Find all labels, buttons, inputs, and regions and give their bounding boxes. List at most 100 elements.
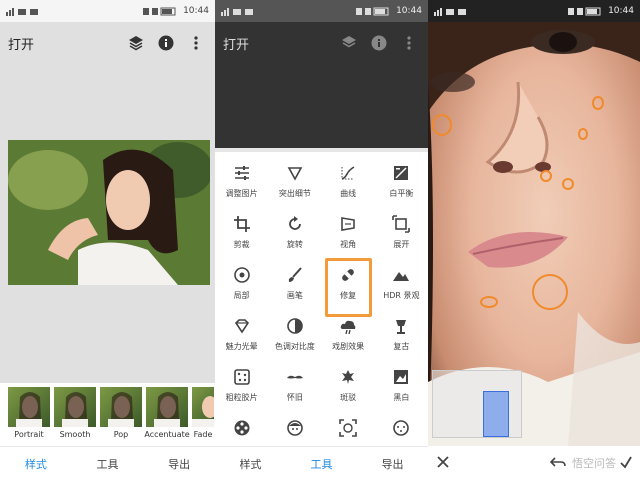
- blemish-marker[interactable]: [432, 114, 452, 136]
- tool-tonal-contrast[interactable]: 色调对比度: [268, 311, 321, 362]
- tonal-contrast-icon: [287, 318, 303, 334]
- style-thumbnails: Portrait Smooth Pop Accentuate Fade: [0, 383, 215, 446]
- hdr-icon: [393, 272, 410, 281]
- tool-selective[interactable]: 局部: [215, 260, 268, 311]
- style-thumbnail[interactable]: Fade: [192, 387, 214, 446]
- open-button[interactable]: 打开: [223, 34, 330, 53]
- close-icon[interactable]: [436, 455, 450, 472]
- tool-label: 旋转: [286, 240, 303, 249]
- face-icon: [287, 420, 303, 436]
- style-thumbnail[interactable]: Pop: [100, 387, 142, 446]
- tools-grid: 调整图片 突出细节 曲线 白平衡 剪裁 旋转 视角 展开 局部 画笔 修复 HD…: [215, 152, 428, 446]
- watermark-text: 悟空问答: [572, 457, 616, 470]
- healing-icon: [342, 269, 354, 281]
- frames-icon: [393, 420, 410, 436]
- tool-label: 曲线: [340, 189, 357, 198]
- signal-icons: [6, 7, 38, 16]
- tool-grainy-film[interactable]: 粗粒胶片: [215, 362, 268, 413]
- status-signal: [6, 7, 46, 16]
- style-thumbnail[interactable]: Portrait: [8, 387, 50, 446]
- tool-label: 画笔: [286, 291, 303, 300]
- tool-label: 复古: [393, 342, 410, 351]
- battery-icons: [143, 7, 176, 15]
- tool-healing[interactable]: 修复: [322, 258, 375, 317]
- tab-tools[interactable]: 工具: [286, 456, 357, 472]
- perspective-icon: [341, 217, 355, 231]
- tab-export[interactable]: 导出: [357, 456, 428, 472]
- tab-tools[interactable]: 工具: [72, 456, 144, 472]
- battery-icons: [568, 7, 601, 15]
- battery-icons: [356, 7, 389, 15]
- tool-retrolux[interactable]: 怀旧: [268, 362, 321, 413]
- info-icon[interactable]: [368, 32, 390, 54]
- check-icon[interactable]: [620, 455, 632, 472]
- blemish-marker[interactable]: [532, 274, 568, 310]
- expand-icon: [392, 215, 411, 233]
- blemish-marker[interactable]: [562, 178, 574, 190]
- tool-curves[interactable]: 曲线: [322, 158, 375, 209]
- style-thumbnail[interactable]: Smooth: [54, 387, 96, 446]
- tool-tune-image[interactable]: 调整图片: [215, 158, 268, 209]
- rotate-icon: [289, 216, 301, 230]
- layers-icon[interactable]: [338, 32, 360, 54]
- thumbnail-label: Smooth: [59, 430, 91, 439]
- thumbnail-image: [192, 387, 214, 427]
- info-icon[interactable]: [155, 32, 177, 54]
- style-thumbnail[interactable]: Accentuate: [144, 387, 190, 446]
- thumbnail-image: [100, 387, 142, 427]
- tool-white-balance[interactable]: 白平衡: [375, 158, 428, 209]
- tab-styles[interactable]: 样式: [215, 456, 286, 472]
- navigation-thumbnail[interactable]: [432, 370, 522, 438]
- tool-rotate[interactable]: 旋转: [268, 209, 321, 260]
- open-button[interactable]: 打开: [8, 34, 117, 53]
- tool-label: 斑驳: [340, 393, 357, 402]
- signal-icons: [434, 7, 466, 16]
- tune-icon: [234, 166, 249, 180]
- tool-glamour-glow[interactable]: 魅力光晕: [215, 311, 268, 362]
- blemish-marker[interactable]: [578, 128, 588, 140]
- tab-styles[interactable]: 样式: [0, 456, 72, 472]
- tool-label: 修复: [340, 291, 357, 300]
- curves-icon: [341, 166, 355, 180]
- blemish-marker[interactable]: [480, 296, 498, 308]
- more-icon[interactable]: [398, 32, 420, 54]
- tool-label: 戏剧效果: [332, 342, 365, 351]
- tool-expand[interactable]: 展开: [375, 209, 428, 260]
- tool-label: 突出细节: [278, 189, 311, 198]
- tool-drama[interactable]: 戏剧效果: [322, 311, 375, 362]
- tool-label: HDR 景观: [383, 291, 420, 300]
- tool-details[interactable]: 突出细节: [268, 158, 321, 209]
- tool-perspective[interactable]: 视角: [322, 209, 375, 260]
- undo-icon[interactable]: [549, 455, 566, 472]
- dimmed-preview: [215, 64, 428, 148]
- healing-screen: 10:44 悟空问答: [428, 0, 640, 480]
- tool-vintage[interactable]: 复古: [375, 311, 428, 362]
- tool-hdr[interactable]: HDR 景观: [375, 260, 428, 311]
- thumbnail-image: [54, 387, 96, 427]
- more-icon[interactable]: [185, 32, 207, 54]
- thumbnail-label: Accentuate: [144, 430, 190, 439]
- retrolux-icon: [286, 375, 303, 379]
- crop-icon: [233, 216, 250, 232]
- tool-crop[interactable]: 剪裁: [215, 209, 268, 260]
- tool-label: 视角: [340, 240, 357, 249]
- status-time: 10:44: [608, 6, 634, 16]
- blemish-marker[interactable]: [592, 96, 604, 110]
- status-bar: 10:44: [215, 0, 428, 22]
- portrait-image: [8, 140, 210, 285]
- tab-export[interactable]: 导出: [143, 456, 215, 472]
- tools-toolbar: 打开: [215, 22, 428, 64]
- tool-grunge[interactable]: 斑驳: [322, 362, 375, 413]
- blemish-marker[interactable]: [540, 170, 552, 182]
- layers-icon[interactable]: [125, 32, 147, 54]
- viewport-indicator[interactable]: [483, 391, 509, 437]
- tool-label: 调整图片: [225, 189, 258, 198]
- editor-toolbar: 打开: [0, 22, 215, 64]
- status-bar: 10:44: [0, 0, 215, 22]
- tool-brush[interactable]: 画笔: [268, 260, 321, 311]
- selective-icon: [233, 267, 250, 283]
- tool-label: 色调对比度: [274, 342, 315, 351]
- film-reel-icon: [234, 420, 250, 436]
- tool-label: 剪裁: [233, 240, 250, 249]
- tool-black-white[interactable]: 黑白: [375, 362, 428, 413]
